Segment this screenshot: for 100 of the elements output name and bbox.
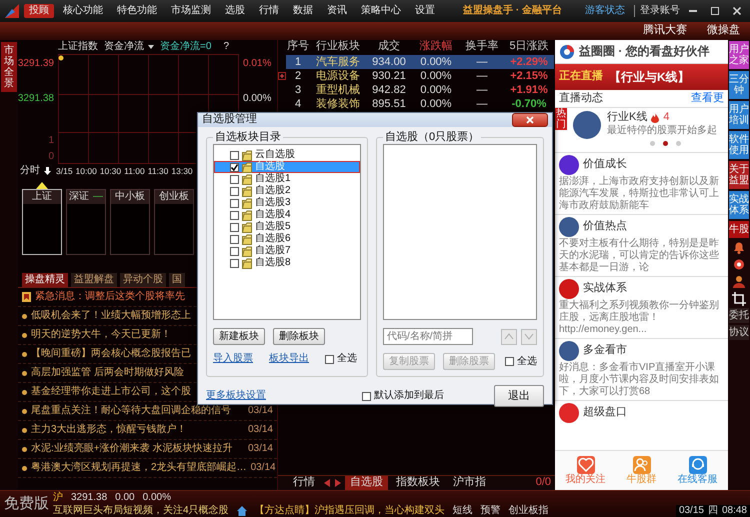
sidebar-tab[interactable]: 用户之家 [729,41,749,69]
column-header[interactable]: 涨跌幅 [412,40,460,55]
sidebar-tab[interactable]: 三分钟 [729,71,749,99]
live-banner[interactable]: 正在直播 【行业与K线】 [555,64,728,90]
carousel-dot-icon[interactable] [663,141,668,146]
sidebar-tab[interactable]: 实战体系 [729,191,749,219]
tree-item[interactable]: 自选股6 [214,233,360,246]
tree-item[interactable]: 云自选股 [214,149,360,162]
carousel-dot-icon[interactable] [650,141,655,146]
news-headline[interactable]: 高层加强监管 后两会时期做好风险 [31,367,184,379]
stock-list[interactable] [383,144,537,320]
flow-menu-button[interactable]: 资金净流 [104,41,154,53]
checkbox[interactable] [230,150,239,160]
news-tab[interactable]: 异动个股 [120,273,166,287]
index-box[interactable]: 深证 — [66,189,106,255]
more-link[interactable]: 查看更 [691,92,724,106]
tree-item[interactable]: 自选股4 [214,209,360,222]
nav-button[interactable]: 在线客服 [678,456,718,486]
news-headline[interactable]: 主力3大出逃形态，惊醒亏钱散户！ [31,424,187,436]
column-header[interactable]: 序号 [286,40,310,55]
index-box[interactable]: 创业板 [154,189,194,255]
checkbox[interactable] [230,258,239,268]
checkbox[interactable] [230,186,239,196]
tree-item[interactable]: 自选股5 [214,221,360,234]
status-button[interactable]: 短线 [452,504,473,516]
column-header[interactable]: 换手率 [460,40,504,55]
index-box[interactable]: 上证 [22,189,62,255]
news-headline[interactable]: 低吸机会来了！业绩大幅预增形态上 [31,310,191,322]
previous-arrow-icon[interactable] [323,479,331,487]
person-icon[interactable] [731,274,747,289]
tree-item[interactable]: 自选股8 [214,257,360,270]
bottom-tab[interactable]: 指数板块 [391,476,445,490]
news-tab[interactable]: 国 [169,273,185,287]
menu-item[interactable]: 核心功能 [58,4,108,18]
login-link[interactable]: 登录账号 [634,5,680,17]
headline-ticker[interactable]: 【方达点睛】沪指遇压回调，当心构建双头 [254,504,445,516]
help-mark[interactable]: ? [223,41,229,53]
carousel-dot-icon[interactable] [676,141,681,146]
news-ticker[interactable]: 互联网巨头布局短视频，关注4只概念股 [53,504,229,516]
period-button[interactable]: 分时 [20,165,51,177]
exit-button[interactable]: 退出 [494,385,544,408]
menu-item[interactable]: 选股 [220,4,250,18]
market-tab[interactable]: 行情 [288,476,320,490]
checkbox[interactable] [505,357,514,366]
dialog-link[interactable]: 板块导出 [269,353,309,366]
column-header[interactable]: 5日涨跌 [504,40,554,55]
menu-item[interactable]: 行情 [254,4,284,18]
news-headline[interactable]: 明天的逆势大牛，今天已更新！ [31,329,171,341]
news-headline[interactable]: 基金经理带你走进上市公司，这个股 [31,386,191,398]
checkbox[interactable] [230,222,239,232]
menu-item[interactable]: 数据 [288,4,318,18]
menu-item[interactable]: 投顾 [24,4,54,18]
sidebar-tab[interactable]: 用户培训 [729,101,749,129]
tree-item[interactable]: 自选股2 [214,185,360,198]
bottom-tab[interactable]: 自选股 [345,476,388,490]
dialog-button[interactable]: 新建板块 [213,328,265,346]
bell-icon[interactable] [731,240,747,255]
checkbox[interactable] [325,354,334,364]
home-icon[interactable] [236,506,247,516]
dialog-link[interactable]: 导入股票 [213,353,253,366]
guest-status-link[interactable]: 游客状态 [585,5,625,17]
menu-item[interactable]: 资讯 [322,4,352,18]
menu-item[interactable]: 市场监测 [166,4,216,18]
sidebar-tab[interactable]: 牛股 [729,221,749,238]
close-button[interactable] [512,113,548,127]
menu-item[interactable]: 策略中心 [356,4,406,18]
status-button[interactable]: 创业板指 [508,504,549,516]
live-card[interactable]: 热门 行业K线 4 最近特停的股票开始多起 [555,108,728,152]
checkbox[interactable] [362,392,371,401]
news-headline[interactable]: 粤港澳大湾区规划再提速，2龙头有望底部崛起… [31,462,247,474]
news-headline[interactable]: 水泥:业绩亮眼+涨价潮来袭 水泥板块快速拉升 [31,443,232,455]
news-headline[interactable]: 尾盘重点关注！耐心等待大盘回调企稳的信号 [31,405,231,417]
toolbar-button[interactable]: 腾讯大赛 [637,24,693,38]
checkbox-label[interactable]: 全选 [517,356,537,368]
menu-item[interactable]: 设置 [410,4,440,18]
column-header[interactable]: 行业板块 [310,40,366,55]
news-headline[interactable]: 紧急消息：调整后这类个股将率先 [35,291,185,303]
dialog-link[interactable]: 更多板块设置 [206,390,266,402]
side-tab[interactable]: 市场全景 [1,42,17,92]
checkbox-label[interactable]: 默认添加到最后 [374,390,444,402]
sidebar-tool[interactable]: 委托 [729,308,749,323]
feed-item[interactable]: 超级盘口 [555,400,728,425]
next-arrow-icon[interactable] [334,479,342,487]
search-field[interactable]: 代码/名称/简拼 [383,328,473,346]
news-tab[interactable]: 益盟解盘 [71,273,117,287]
menu-item[interactable]: 特色功能 [112,4,162,18]
news-tab[interactable]: 操盘精灵 [22,273,68,287]
index-box[interactable]: 中小板 [110,189,150,255]
sidebar-tool[interactable]: 协议 [729,325,749,340]
tree-item[interactable]: 自选股3 [214,197,360,210]
checkbox[interactable] [230,198,239,208]
checkbox[interactable] [230,162,239,172]
checkbox[interactable] [230,174,239,184]
tree-item[interactable]: 自选股1 [214,173,360,186]
tree-item[interactable]: 自选股7 [214,245,360,258]
news-headline[interactable]: 【晚间重磅】两会核心概念股报告已 [31,348,191,360]
toolbar-button[interactable]: 微操盘 [701,24,746,38]
bottom-tab[interactable]: 沪市指 [448,476,491,490]
sidebar-tab[interactable]: 关于益盟 [729,161,749,189]
sidebar-tab[interactable]: 软件使用 [729,131,749,159]
